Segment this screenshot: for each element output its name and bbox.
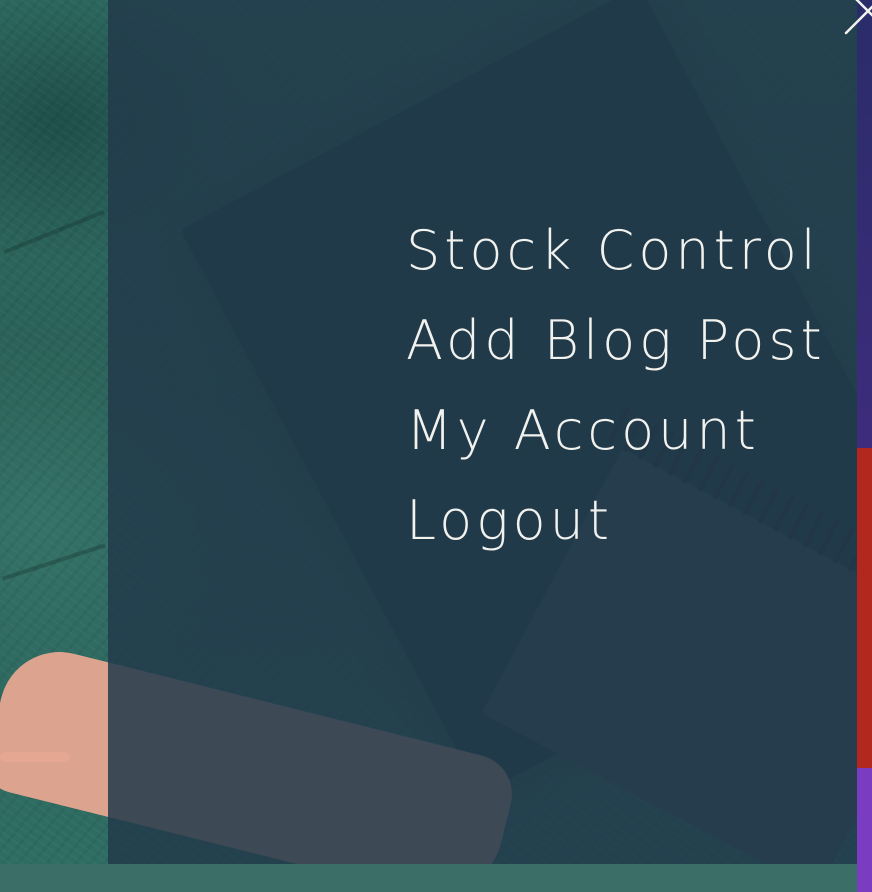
- navigation-menu-overlay: Stock Control Add Blog Post My Account L…: [108, 0, 872, 864]
- edge-strip-purple: [857, 768, 872, 892]
- close-icon: [844, 0, 872, 35]
- menu-list: Stock Control Add Blog Post My Account L…: [406, 206, 826, 566]
- close-menu-button[interactable]: [830, 0, 872, 36]
- edge-strip-red: [857, 448, 872, 768]
- menu-item-logout[interactable]: Logout: [406, 476, 826, 566]
- menu-item-stock-control[interactable]: Stock Control: [406, 206, 826, 296]
- bottom-band: [0, 864, 872, 892]
- menu-item-my-account[interactable]: My Account: [406, 386, 826, 476]
- menu-item-add-blog-post[interactable]: Add Blog Post: [406, 296, 826, 386]
